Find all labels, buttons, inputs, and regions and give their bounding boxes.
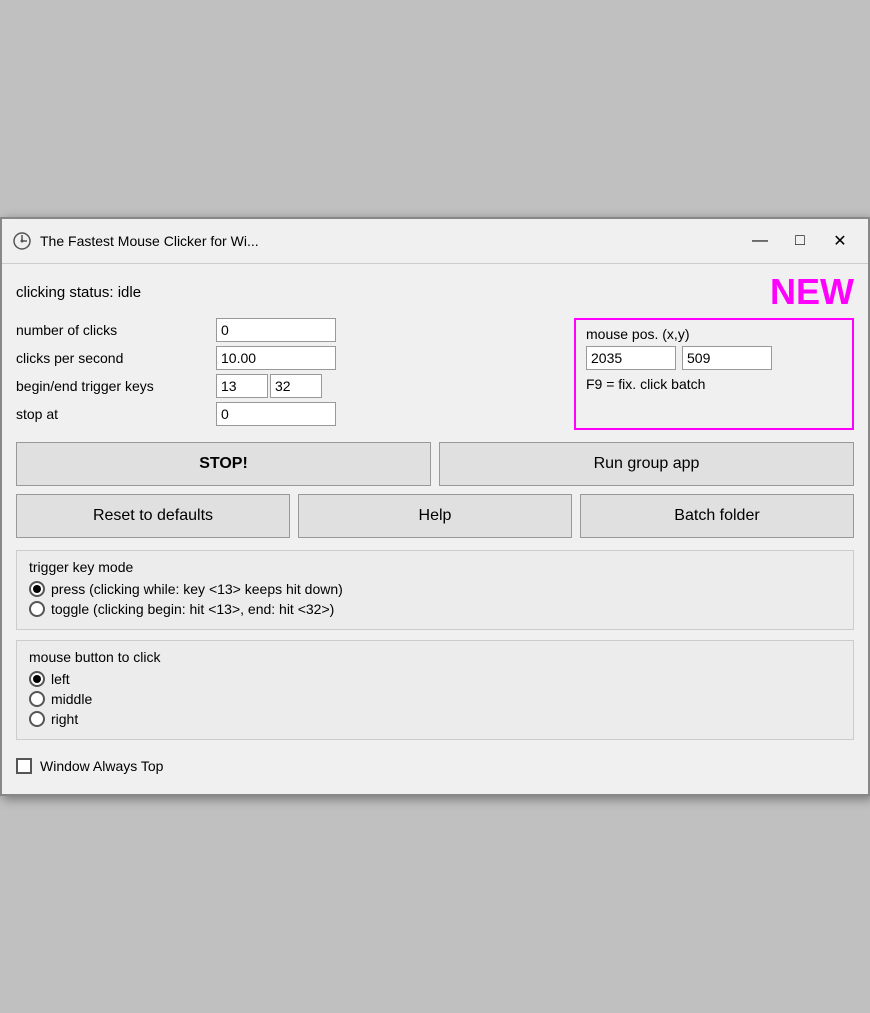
clicks-per-sec-input[interactable] bbox=[216, 346, 336, 370]
mouse-button-title: mouse button to click bbox=[29, 649, 841, 665]
main-form: number of clicks clicks per second begin… bbox=[16, 318, 854, 430]
trigger-keys-row: begin/end trigger keys bbox=[16, 374, 564, 398]
stop-at-input[interactable] bbox=[216, 402, 336, 426]
middle-radio-row[interactable]: middle bbox=[29, 691, 841, 707]
app-icon bbox=[12, 231, 32, 251]
maximize-button[interactable]: □ bbox=[782, 227, 818, 255]
mouse-pos-values bbox=[586, 346, 842, 370]
status-text: clicking status: idle bbox=[16, 284, 141, 301]
title-bar-controls: — □ ✕ bbox=[742, 227, 858, 255]
mouse-pos-label: mouse pos. (x,y) bbox=[586, 326, 842, 342]
trigger-mode-section: trigger key mode press (clicking while: … bbox=[16, 550, 854, 630]
left-radio-row[interactable]: left bbox=[29, 671, 841, 687]
fix-batch-text: F9 = fix. click batch bbox=[586, 376, 842, 392]
right-radio-label: right bbox=[51, 711, 78, 727]
trigger-keys-inputs bbox=[216, 374, 322, 398]
left-form: number of clicks clicks per second begin… bbox=[16, 318, 564, 430]
status-row: clicking status: idle NEW bbox=[16, 274, 854, 310]
buttons-row1: STOP! Run group app bbox=[16, 442, 854, 486]
trigger-key1-input[interactable] bbox=[216, 374, 268, 398]
mouse-button-section: mouse button to click left middle right bbox=[16, 640, 854, 740]
num-clicks-input[interactable] bbox=[216, 318, 336, 342]
left-radio[interactable] bbox=[29, 671, 45, 687]
help-button[interactable]: Help bbox=[298, 494, 572, 538]
toggle-radio-row[interactable]: toggle (clicking begin: hit <13>, end: h… bbox=[29, 601, 841, 617]
trigger-mode-title: trigger key mode bbox=[29, 559, 841, 575]
window-content: clicking status: idle NEW number of clic… bbox=[2, 264, 868, 794]
window-top-checkbox[interactable] bbox=[16, 758, 32, 774]
num-clicks-label: number of clicks bbox=[16, 322, 216, 338]
trigger-key2-input[interactable] bbox=[270, 374, 322, 398]
reset-button[interactable]: Reset to defaults bbox=[16, 494, 290, 538]
title-bar: The Fastest Mouse Clicker for Wi... — □ … bbox=[2, 219, 868, 264]
run-group-button[interactable]: Run group app bbox=[439, 442, 854, 486]
close-button[interactable]: ✕ bbox=[822, 227, 858, 255]
clicks-per-sec-row: clicks per second bbox=[16, 346, 564, 370]
trigger-keys-label: begin/end trigger keys bbox=[16, 378, 216, 394]
new-badge: NEW bbox=[770, 274, 854, 310]
right-radio-row[interactable]: right bbox=[29, 711, 841, 727]
stop-at-label: stop at bbox=[16, 406, 216, 422]
title-bar-text: The Fastest Mouse Clicker for Wi... bbox=[40, 233, 742, 249]
buttons-row2: Reset to defaults Help Batch folder bbox=[16, 494, 854, 538]
middle-radio-label: middle bbox=[51, 691, 92, 707]
main-window: The Fastest Mouse Clicker for Wi... — □ … bbox=[0, 217, 870, 796]
press-radio-row[interactable]: press (clicking while: key <13> keeps hi… bbox=[29, 581, 841, 597]
mouse-pos-panel: mouse pos. (x,y) F9 = fix. click batch bbox=[574, 318, 854, 430]
middle-radio[interactable] bbox=[29, 691, 45, 707]
mouse-x-input[interactable] bbox=[586, 346, 676, 370]
stop-button[interactable]: STOP! bbox=[16, 442, 431, 486]
mouse-y-input[interactable] bbox=[682, 346, 772, 370]
window-top-label: Window Always Top bbox=[40, 758, 163, 774]
toggle-radio-label: toggle (clicking begin: hit <13>, end: h… bbox=[51, 601, 334, 617]
press-radio[interactable] bbox=[29, 581, 45, 597]
press-radio-label: press (clicking while: key <13> keeps hi… bbox=[51, 581, 343, 597]
clicks-per-sec-label: clicks per second bbox=[16, 350, 216, 366]
batch-folder-button[interactable]: Batch folder bbox=[580, 494, 854, 538]
left-radio-label: left bbox=[51, 671, 70, 687]
window-top-row[interactable]: Window Always Top bbox=[16, 750, 854, 778]
num-clicks-row: number of clicks bbox=[16, 318, 564, 342]
right-radio[interactable] bbox=[29, 711, 45, 727]
minimize-button[interactable]: — bbox=[742, 227, 778, 255]
toggle-radio[interactable] bbox=[29, 601, 45, 617]
stop-at-row: stop at bbox=[16, 402, 564, 426]
